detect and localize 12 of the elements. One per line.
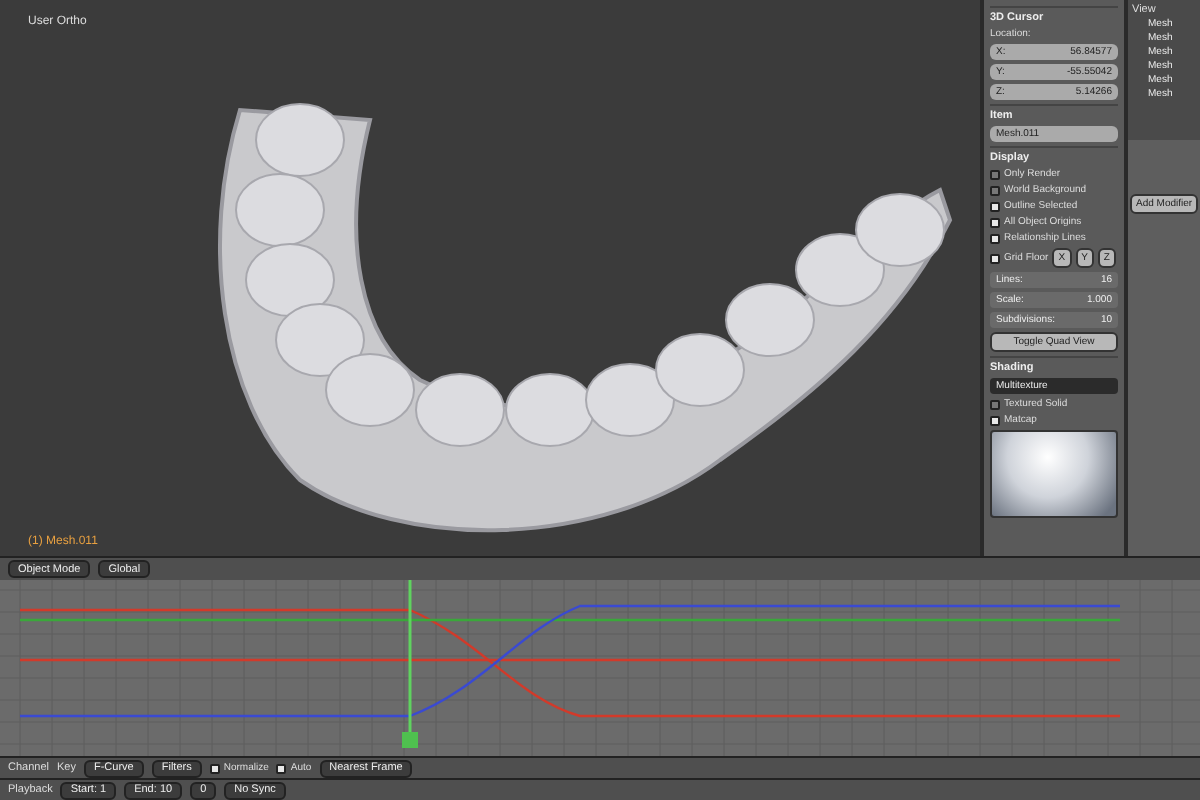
current-frame-marker[interactable] [402, 732, 418, 748]
checkbox[interactable] [990, 201, 1000, 211]
matcap-preview[interactable] [990, 430, 1118, 518]
checkbox[interactable] [990, 217, 1000, 227]
checkbox[interactable] [276, 763, 287, 773]
checkbox[interactable] [990, 415, 1000, 425]
checkbox[interactable] [990, 253, 1000, 263]
checkbox[interactable] [990, 399, 1000, 409]
checkbox[interactable] [990, 233, 1000, 243]
checkbox[interactable] [990, 169, 1000, 179]
checkbox[interactable] [209, 763, 220, 773]
checkbox[interactable] [990, 185, 1000, 195]
